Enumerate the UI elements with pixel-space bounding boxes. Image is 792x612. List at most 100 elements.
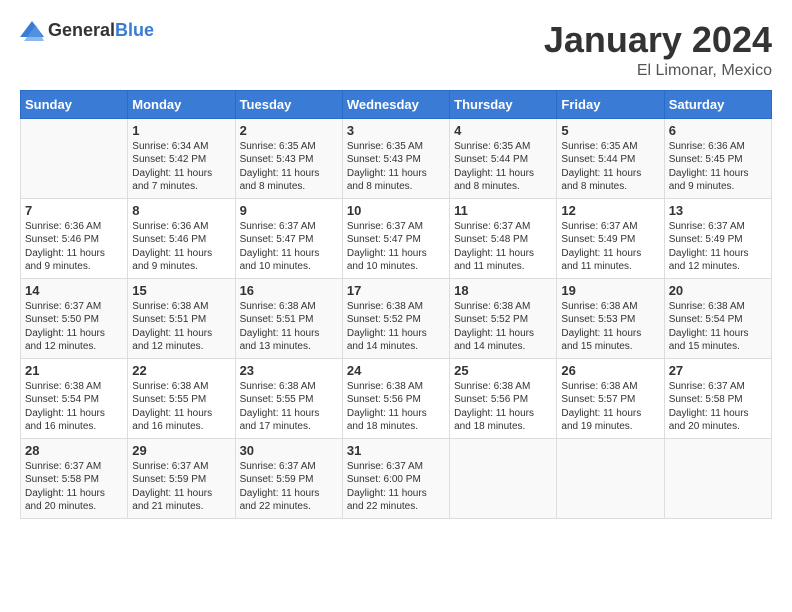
day-number: 21 [25, 363, 123, 378]
day-number: 17 [347, 283, 445, 298]
header-day-thursday: Thursday [450, 90, 557, 118]
day-info: Sunrise: 6:37 AMSunset: 5:47 PMDaylight:… [240, 220, 338, 274]
calendar-cell: 5 Sunrise: 6:35 AMSunset: 5:44 PMDaylight… [557, 118, 664, 198]
calendar-cell: 29 Sunrise: 6:37 AMSunset: 5:59 PMDayligh… [128, 438, 235, 518]
calendar-cell: 8Sunrise: 6:36 AMSunset: 5:46 PMDaylight… [128, 198, 235, 278]
day-info: Sunrise: 6:38 AMSunset: 5:52 PMDaylight:… [347, 300, 445, 354]
calendar-cell: 16 Sunrise: 6:38 AMSunset: 5:51 PMDayligh… [235, 278, 342, 358]
calendar-cell: 28Sunrise: 6:37 AMSunset: 5:58 PMDayligh… [21, 438, 128, 518]
day-info: Sunrise: 6:37 AMSunset: 5:50 PMDaylight:… [25, 300, 123, 354]
calendar-cell: 23Sunrise: 6:38 AMSunset: 5:55 PMDayligh… [235, 358, 342, 438]
day-number: 10 [347, 203, 445, 218]
day-number: 26 [561, 363, 659, 378]
day-number: 31 [347, 443, 445, 458]
calendar-cell: 15 Sunrise: 6:38 AMSunset: 5:51 PMDayligh… [128, 278, 235, 358]
calendar-cell: 4 Sunrise: 6:35 AMSunset: 5:44 PMDaylight… [450, 118, 557, 198]
calendar-cell: 13 Sunrise: 6:37 AMSunset: 5:49 PMDayligh… [664, 198, 771, 278]
day-number: 28 [25, 443, 123, 458]
calendar-cell: 17 Sunrise: 6:38 AMSunset: 5:52 PMDayligh… [342, 278, 449, 358]
header-day-saturday: Saturday [664, 90, 771, 118]
day-number: 24 [347, 363, 445, 378]
header-day-wednesday: Wednesday [342, 90, 449, 118]
day-number: 1 [132, 123, 230, 138]
day-info: Sunrise: 6:37 AMSunset: 5:49 PMDaylight:… [561, 220, 659, 274]
header: GeneralBlue January 2024 El Limonar, Mex… [20, 20, 772, 80]
calendar-table: SundayMondayTuesdayWednesdayThursdayFrid… [20, 90, 772, 519]
day-number: 6 [669, 123, 767, 138]
day-info: Sunrise: 6:37 AMSunset: 5:49 PMDaylight:… [669, 220, 767, 274]
day-info: Sunrise: 6:38 AMSunset: 5:51 PMDaylight:… [240, 300, 338, 354]
day-info: Sunrise: 6:37 AMSunset: 6:00 PMDaylight:… [347, 460, 445, 514]
calendar-cell: 18 Sunrise: 6:38 AMSunset: 5:52 PMDayligh… [450, 278, 557, 358]
day-info: Sunrise: 6:38 AMSunset: 5:51 PMDaylight:… [132, 300, 230, 354]
calendar-cell: 6 Sunrise: 6:36 AMSunset: 5:45 PMDaylight… [664, 118, 771, 198]
day-info: Sunrise: 6:38 AMSunset: 5:54 PMDaylight:… [669, 300, 767, 354]
day-info: Sunrise: 6:38 AMSunset: 5:53 PMDaylight:… [561, 300, 659, 354]
calendar-cell: 20 Sunrise: 6:38 AMSunset: 5:54 PMDayligh… [664, 278, 771, 358]
day-info: Sunrise: 6:36 AMSunset: 5:45 PMDaylight:… [669, 140, 767, 194]
day-info: Sunrise: 6:37 AMSunset: 5:58 PMDaylight:… [669, 380, 767, 434]
day-number: 7 [25, 203, 123, 218]
day-info: Sunrise: 6:37 AMSunset: 5:48 PMDaylight:… [454, 220, 552, 274]
calendar-header-row: SundayMondayTuesdayWednesdayThursdayFrid… [21, 90, 772, 118]
calendar-cell [664, 438, 771, 518]
header-day-friday: Friday [557, 90, 664, 118]
header-day-sunday: Sunday [21, 90, 128, 118]
calendar-cell [21, 118, 128, 198]
day-number: 20 [669, 283, 767, 298]
calendar-cell: 24 Sunrise: 6:38 AMSunset: 5:56 PMDayligh… [342, 358, 449, 438]
day-number: 3 [347, 123, 445, 138]
calendar-cell [557, 438, 664, 518]
day-number: 14 [25, 283, 123, 298]
day-info: Sunrise: 6:38 AMSunset: 5:56 PMDaylight:… [347, 380, 445, 434]
day-number: 19 [561, 283, 659, 298]
day-info: Sunrise: 6:35 AMSunset: 5:43 PMDaylight:… [347, 140, 445, 194]
day-number: 30 [240, 443, 338, 458]
day-number: 25 [454, 363, 552, 378]
day-info: Sunrise: 6:38 AMSunset: 5:54 PMDaylight:… [25, 380, 123, 434]
day-number: 15 [132, 283, 230, 298]
calendar-cell: 12 Sunrise: 6:37 AMSunset: 5:49 PMDayligh… [557, 198, 664, 278]
day-info: Sunrise: 6:34 AMSunset: 5:42 PMDaylight:… [132, 140, 230, 194]
day-info: Sunrise: 6:35 AMSunset: 5:44 PMDaylight:… [454, 140, 552, 194]
day-info: Sunrise: 6:37 AMSunset: 5:59 PMDaylight:… [240, 460, 338, 514]
calendar-week-2: 7 Sunrise: 6:36 AMSunset: 5:46 PMDaylight… [21, 198, 772, 278]
day-info: Sunrise: 6:36 AMSunset: 5:46 PMDaylight:… [25, 220, 123, 274]
day-info: Sunrise: 6:37 AMSunset: 5:59 PMDaylight:… [132, 460, 230, 514]
calendar-week-4: 21 Sunrise: 6:38 AMSunset: 5:54 PMDayligh… [21, 358, 772, 438]
day-number: 16 [240, 283, 338, 298]
logo-text: GeneralBlue [48, 20, 154, 41]
calendar-cell: 30 Sunrise: 6:37 AMSunset: 5:59 PMDayligh… [235, 438, 342, 518]
calendar-week-1: 1 Sunrise: 6:34 AMSunset: 5:42 PMDaylight… [21, 118, 772, 198]
calendar-cell: 14 Sunrise: 6:37 AMSunset: 5:50 PMDayligh… [21, 278, 128, 358]
calendar-week-3: 14 Sunrise: 6:37 AMSunset: 5:50 PMDayligh… [21, 278, 772, 358]
calendar-cell: 27Sunrise: 6:37 AMSunset: 5:58 PMDayligh… [664, 358, 771, 438]
calendar-cell: 10Sunrise: 6:37 AMSunset: 5:47 PMDayligh… [342, 198, 449, 278]
calendar-cell: 3 Sunrise: 6:35 AMSunset: 5:43 PMDaylight… [342, 118, 449, 198]
day-number: 5 [561, 123, 659, 138]
day-number: 9 [240, 203, 338, 218]
calendar-cell: 26 Sunrise: 6:38 AMSunset: 5:57 PMDayligh… [557, 358, 664, 438]
day-number: 8 [132, 203, 230, 218]
day-number: 2 [240, 123, 338, 138]
day-number: 23 [240, 363, 338, 378]
logo: GeneralBlue [20, 20, 154, 41]
day-number: 29 [132, 443, 230, 458]
calendar-cell: 1 Sunrise: 6:34 AMSunset: 5:42 PMDaylight… [128, 118, 235, 198]
calendar-week-5: 28Sunrise: 6:37 AMSunset: 5:58 PMDayligh… [21, 438, 772, 518]
calendar-cell: 31 Sunrise: 6:37 AMSunset: 6:00 PMDayligh… [342, 438, 449, 518]
calendar-cell: 2Sunrise: 6:35 AMSunset: 5:43 PMDaylight… [235, 118, 342, 198]
day-number: 12 [561, 203, 659, 218]
day-info: Sunrise: 6:38 AMSunset: 5:52 PMDaylight:… [454, 300, 552, 354]
day-number: 4 [454, 123, 552, 138]
calendar-cell [450, 438, 557, 518]
day-info: Sunrise: 6:38 AMSunset: 5:55 PMDaylight:… [132, 380, 230, 434]
day-number: 18 [454, 283, 552, 298]
day-info: Sunrise: 6:38 AMSunset: 5:57 PMDaylight:… [561, 380, 659, 434]
location-title: El Limonar, Mexico [544, 62, 772, 80]
day-number: 13 [669, 203, 767, 218]
calendar-cell: 19 Sunrise: 6:38 AMSunset: 5:53 PMDayligh… [557, 278, 664, 358]
day-info: Sunrise: 6:35 AMSunset: 5:44 PMDaylight:… [561, 140, 659, 194]
month-title: January 2024 [544, 20, 772, 60]
calendar-cell: 11Sunrise: 6:37 AMSunset: 5:48 PMDayligh… [450, 198, 557, 278]
